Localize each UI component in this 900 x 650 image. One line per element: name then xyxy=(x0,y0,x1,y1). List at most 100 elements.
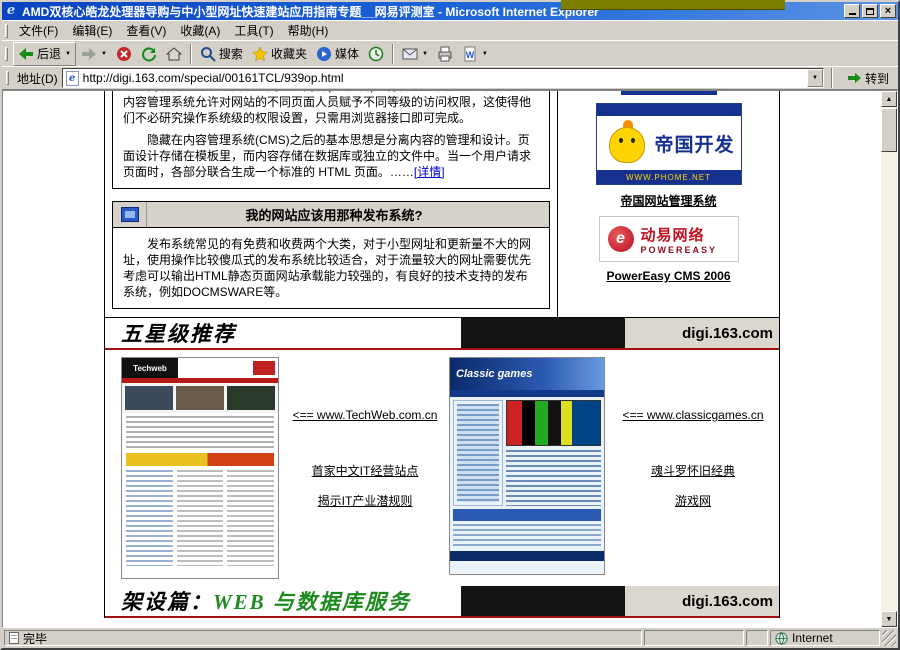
menu-edit[interactable]: 编辑(E) xyxy=(65,19,119,42)
setup-bar-title-area: 架设篇： WEB 与数据库服务 xyxy=(105,586,461,616)
favorites-star-icon xyxy=(252,46,268,62)
addressbar-separator xyxy=(831,68,833,88)
cms-intro-paragraph-2-text: 隐藏在内容管理系统(CMS)之后的基本思想是分离内容的管理和设计。页面设计存储在… xyxy=(123,133,531,179)
menu-tools[interactable]: 工具(T) xyxy=(227,19,280,42)
menu-favorites[interactable]: 收藏(A) xyxy=(173,19,227,42)
mail-icon xyxy=(402,46,418,62)
minimize-button[interactable] xyxy=(844,4,860,18)
search-button-label: 搜索 xyxy=(219,45,243,62)
techweb-logo: Techweb xyxy=(122,358,178,378)
powereasy-ad[interactable]: e 动易网络 POWEREASY xyxy=(599,216,739,262)
classicgames-thumb-body xyxy=(450,397,604,509)
go-button[interactable]: 转到 xyxy=(840,67,895,89)
techweb-thumb-columns xyxy=(126,470,274,566)
techweb-desc-link-1[interactable]: 首家中文IT经营站点 xyxy=(281,462,449,479)
techweb-thumb-header-rest xyxy=(178,358,278,378)
powereasy-cms-link[interactable]: PowerEasy CMS 2006 xyxy=(606,269,730,283)
address-input[interactable]: e http://digi.163.com/special/00161TCL/9… xyxy=(62,68,824,88)
scroll-up-button[interactable]: ▲ xyxy=(881,91,897,107)
status-bar: 完毕 Internet xyxy=(2,628,898,648)
classicgames-thumb-text-lines-2 xyxy=(453,524,601,548)
media-button[interactable]: 媒体 xyxy=(312,42,363,66)
forward-button[interactable]: ▼ xyxy=(77,42,111,66)
question-body: 发布系统常见的有免费和收费两个大类，对于小型网址和更新量不大的网址，使用操作比较… xyxy=(113,228,549,308)
techweb-thumb-header: Techweb xyxy=(122,358,278,378)
powereasy-brand: POWEREASY xyxy=(641,245,718,255)
menu-view[interactable]: 查看(V) xyxy=(119,19,173,42)
back-button[interactable]: 后退 ▼ xyxy=(13,42,76,66)
window-resize-grip[interactable] xyxy=(882,630,896,646)
close-icon: × xyxy=(885,6,891,17)
stop-icon xyxy=(116,46,132,62)
setup-section-prefix: 架设篇： xyxy=(121,586,213,616)
question-answer-text: 发布系统常见的有免费和收费两个大类，对于小型网址和更新量不大的网址，使用操作比较… xyxy=(123,236,539,300)
recommend-row: Techweb <== www.TechWeb.com.cn 首家中 xyxy=(105,350,779,586)
security-zone-panel: Internet xyxy=(770,630,880,646)
question-box: 我的网站应该用那种发布系统? 发布系统常见的有免费和收费两个大类，对于小型网址和… xyxy=(112,201,550,309)
security-zone-label: Internet xyxy=(792,631,833,645)
addressbar-grip-handle[interactable] xyxy=(6,71,9,85)
setup-site-label: digi.163.com xyxy=(682,593,773,610)
ie-logo-icon: e xyxy=(4,4,18,18)
edit-word-icon: W xyxy=(462,46,478,62)
recommend-bar-site-area: digi.163.com xyxy=(625,318,779,348)
stop-button[interactable] xyxy=(112,42,136,66)
classicgames-thumb-footer xyxy=(450,551,604,561)
search-icon xyxy=(200,46,216,62)
back-button-label: 后退 xyxy=(37,45,61,62)
maximize-button[interactable] xyxy=(862,4,878,18)
menu-file[interactable]: 文件(F) xyxy=(12,19,65,42)
scrolled-cutoff-banner xyxy=(621,90,717,95)
classicgames-site-thumbnail[interactable]: Classic games xyxy=(449,357,605,575)
mail-button[interactable]: ▼ xyxy=(398,42,432,66)
cms-text-column: 内容管理系统还围绕于网站的内容(如:栏目)进行合理的权责分配和修改。内容管理系统… xyxy=(105,90,558,317)
menubar-grip-handle[interactable] xyxy=(5,24,8,38)
home-icon xyxy=(166,46,182,62)
recommend-bar-title-area: 五星级推荐 xyxy=(105,318,461,348)
history-clock-icon xyxy=(368,46,384,62)
classicgames-thumb-text-lines xyxy=(506,450,601,506)
titlebar-render-artifact xyxy=(561,0,785,10)
setup-section-title: WEB 与数据库服务 xyxy=(213,586,411,616)
address-dropdown-button[interactable]: ▼ xyxy=(807,69,823,87)
empire-cms-ad[interactable]: 帝国开发 WWW.PHOME.NET xyxy=(596,103,742,185)
menu-help[interactable]: 帮助(H) xyxy=(281,19,336,42)
close-button[interactable]: × xyxy=(880,4,896,18)
empire-mascot-icon xyxy=(607,120,649,166)
home-button[interactable] xyxy=(162,42,186,66)
techweb-site-thumbnail[interactable]: Techweb xyxy=(121,357,279,579)
detail-link[interactable]: [详情] xyxy=(414,165,445,179)
print-button[interactable] xyxy=(433,42,457,66)
favorites-button-label: 收藏夹 xyxy=(271,45,307,62)
menu-bar: 文件(F) 编辑(E) 查看(V) 收藏(A) 工具(T) 帮助(H) xyxy=(2,20,898,40)
classicgames-url-link[interactable]: <== www.classicgames.cn xyxy=(611,408,775,422)
powereasy-logo-icon: e xyxy=(608,226,634,252)
status-message-panel: 完毕 xyxy=(4,630,642,646)
status-progress-panel xyxy=(644,630,744,646)
classicgames-desc-link-1[interactable]: 魂斗罗怀旧经典 xyxy=(611,462,775,479)
techweb-desc-link-2[interactable]: 揭示IT产业潜规则 xyxy=(281,492,449,509)
favorites-button[interactable]: 收藏夹 xyxy=(248,42,311,66)
scroll-down-button[interactable]: ▼ xyxy=(881,611,897,627)
edit-button[interactable]: W ▼ xyxy=(458,42,492,66)
refresh-button[interactable] xyxy=(137,42,161,66)
powereasy-name: 动易网络 xyxy=(641,224,718,245)
vertical-scrollbar[interactable]: ▲ ▼ xyxy=(881,91,897,627)
mail-dropdown-icon: ▼ xyxy=(422,51,428,57)
history-button[interactable] xyxy=(364,42,388,66)
search-button[interactable]: 搜索 xyxy=(196,42,247,66)
svg-text:W: W xyxy=(466,50,475,60)
recommend-bar-black-segment xyxy=(461,318,625,348)
empire-cms-link[interactable]: 帝国网站管理系统 xyxy=(620,192,716,209)
media-icon xyxy=(316,46,332,62)
toolbar-grip-handle[interactable] xyxy=(5,47,8,61)
techweb-url-link[interactable]: <== www.TechWeb.com.cn xyxy=(281,408,449,422)
page-done-icon xyxy=(9,632,19,644)
classicgames-desc-link-2[interactable]: 游戏网 xyxy=(611,492,775,509)
classicgames-thumb-sidebar xyxy=(453,400,503,506)
classicgames-links-group: <== www.classicgames.cn 魂斗罗怀旧经典 游戏网 xyxy=(611,350,775,586)
setup-section-bar: 架设篇： WEB 与数据库服务 digi.163.com xyxy=(105,586,779,616)
powereasy-ad-text: 动易网络 POWEREASY xyxy=(641,224,718,255)
scrollbar-thumb[interactable] xyxy=(881,108,897,152)
status-spacer-panel xyxy=(746,630,768,646)
